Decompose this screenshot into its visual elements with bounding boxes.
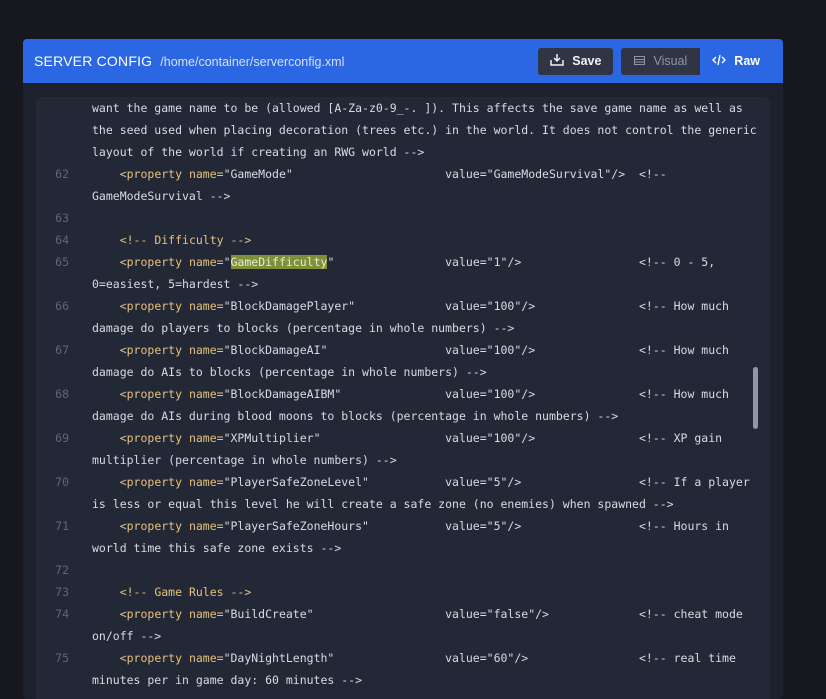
line-text: <property name="DayNightLength" value="6… <box>119 651 736 665</box>
line-number: 63 <box>55 211 69 225</box>
line-number: 62 <box>55 167 69 181</box>
code-icon <box>712 54 727 69</box>
line-number: 71 <box>55 519 69 533</box>
line-number: 69 <box>55 431 69 445</box>
code-line[interactable]: 64 <!-- Difficulty --> <box>36 229 770 251</box>
line-number: 75 <box>55 651 69 665</box>
code-line[interactable]: want the game name to be (allowed [A-Za-… <box>36 97 770 119</box>
code-line[interactable]: 74 <property name="BuildCreate" value="f… <box>36 603 770 625</box>
line-text: <!-- Game Rules --> <box>119 585 252 599</box>
panel-title: SERVER CONFIG <box>34 53 153 69</box>
line-text: layout of the world if creating an RWG w… <box>92 145 425 159</box>
code-line[interactable]: on/off --> <box>36 625 770 647</box>
line-text: on/off --> <box>92 629 162 643</box>
code-line[interactable]: 73 <!-- Game Rules --> <box>36 581 770 603</box>
line-number: 73 <box>55 585 69 599</box>
line-text: 0=easiest, 5=hardest --> <box>92 277 259 291</box>
code-line[interactable]: 69 <property name="XPMultiplier" value="… <box>36 427 770 449</box>
line-number: 74 <box>55 607 69 621</box>
line-number: 68 <box>55 387 69 401</box>
table-icon <box>634 54 646 68</box>
line-text: damage do players to blocks (percentage … <box>92 321 515 335</box>
line-text: is less or equal this level he will crea… <box>92 497 674 511</box>
scrollbar[interactable] <box>753 367 758 429</box>
code-line[interactable]: the seed used when placing decoration (t… <box>36 119 770 141</box>
line-text: want the game name to be (allowed [A-Za-… <box>92 101 743 115</box>
line-number: 64 <box>55 233 69 247</box>
visual-tab-button[interactable]: Visual <box>621 47 701 75</box>
line-text: <property name="XPMultiplier" value="100… <box>119 431 723 445</box>
code-line[interactable]: 67 <property name="BlockDamageAI" value=… <box>36 339 770 361</box>
server-config-panel: SERVER CONFIG /home/container/serverconf… <box>23 39 783 699</box>
line-number: 67 <box>55 343 69 357</box>
save-button[interactable]: Save <box>538 47 614 75</box>
code-line[interactable]: 72 <box>36 559 770 581</box>
code-line[interactable]: 70 <property name="PlayerSafeZoneLevel" … <box>36 471 770 493</box>
panel-header: SERVER CONFIG /home/container/serverconf… <box>23 39 783 83</box>
code-line[interactable]: 65 <property name="GameDifficulty" value… <box>36 251 770 273</box>
code-line[interactable]: 75 <property name="DayNightLength" value… <box>36 647 770 669</box>
search-highlight: GameDifficulty <box>230 255 328 269</box>
line-text: damage do AIs to blocks (percentage in w… <box>92 365 487 379</box>
code-line[interactable]: damage do AIs during blood moons to bloc… <box>36 405 770 427</box>
line-text: <property name="PlayerSafeZoneLevel" val… <box>119 475 750 489</box>
line-text: <property name="BuildCreate" value="fals… <box>119 607 743 621</box>
line-number: 72 <box>55 563 69 577</box>
raw-label: Raw <box>734 54 760 68</box>
line-text: <!-- Difficulty --> <box>119 233 252 247</box>
line-number: 65 <box>55 255 69 269</box>
line-text: damage do AIs during blood moons to bloc… <box>92 409 619 423</box>
code-line[interactable]: 62 <property name="GameMode" value="Game… <box>36 163 770 185</box>
code-line[interactable]: is less or equal this level he will crea… <box>36 493 770 515</box>
code-line[interactable]: minutes per in game day: 60 minutes --> <box>36 669 770 691</box>
code-line[interactable]: 0=easiest, 5=hardest --> <box>36 273 770 295</box>
code-line[interactable]: GameModeSurvival --> <box>36 185 770 207</box>
line-text: <property name="PlayerSafeZoneHours" val… <box>119 519 729 533</box>
line-text: world time this safe zone exists --> <box>92 541 342 555</box>
line-text: <property name="BlockDamagePlayer" value… <box>119 299 729 313</box>
code-line[interactable]: world time this safe zone exists --> <box>36 537 770 559</box>
line-text: <property name="GameMode" value="GameMod… <box>119 167 667 181</box>
visual-label: Visual <box>653 54 688 68</box>
code-line[interactable]: layout of the world if creating an RWG w… <box>36 141 770 163</box>
code-line[interactable]: 68 <property name="BlockDamageAIBM" valu… <box>36 383 770 405</box>
line-text: <property name="GameDifficulty" value="1… <box>119 255 716 269</box>
save-label: Save <box>572 54 602 68</box>
code-line[interactable]: 71 <property name="PlayerSafeZoneHours" … <box>36 515 770 537</box>
code-editor[interactable]: want the game name to be (allowed [A-Za-… <box>36 97 770 699</box>
raw-tab-button[interactable]: Raw <box>700 48 772 75</box>
code-line[interactable]: damage do players to blocks (percentage … <box>36 317 770 339</box>
code-line[interactable]: 66 <property name="BlockDamagePlayer" va… <box>36 295 770 317</box>
code-line[interactable]: multiplier (percentage in whole numbers)… <box>36 449 770 471</box>
line-text: <property name="BlockDamageAIBM" value="… <box>119 387 729 401</box>
download-icon <box>550 53 565 69</box>
line-text: the seed used when placing decoration (t… <box>92 123 757 137</box>
line-text: minutes per in game day: 60 minutes --> <box>92 673 363 687</box>
line-number: 66 <box>55 299 69 313</box>
code-line[interactable]: damage do AIs to blocks (percentage in w… <box>36 361 770 383</box>
line-text: multiplier (percentage in whole numbers)… <box>92 453 397 467</box>
line-text: <property name="BlockDamageAI" value="10… <box>119 343 729 357</box>
code-line[interactable]: 63 <box>36 207 770 229</box>
line-number: 70 <box>55 475 69 489</box>
line-text: GameModeSurvival --> <box>92 189 231 203</box>
file-path: /home/container/serverconfig.xml <box>160 55 345 69</box>
